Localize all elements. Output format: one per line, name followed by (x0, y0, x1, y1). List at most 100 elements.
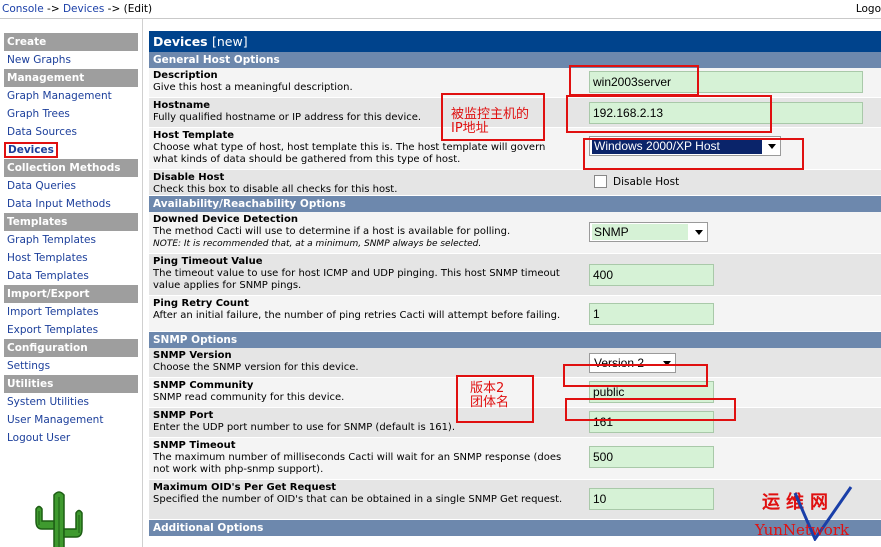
row-ping-retry: Ping Retry Count After an initial failure… (149, 296, 881, 332)
breadcrumb-current: (Edit) (123, 3, 153, 15)
sidebar-item-data-input-methods[interactable]: Data Input Methods (4, 195, 138, 213)
sidebar-header: Templates (4, 213, 138, 231)
sidebar-item-system-utilities[interactable]: System Utilities (4, 393, 138, 411)
label-snmp-version: SNMP Version (153, 350, 232, 361)
section-general: General Host Options (149, 52, 881, 68)
sidebar-menu: Create New Graphs Management Graph Manageme… (4, 33, 138, 447)
label-max-oids: Maximum OID's Per Get Request (153, 482, 337, 493)
sidebar-item-settings[interactable]: Settings (4, 357, 138, 375)
label-disable-host: Disable Host (153, 172, 225, 183)
sidebar-item-user-management[interactable]: User Management (4, 411, 138, 429)
sidebar-item-label: Export Templates (7, 324, 99, 336)
sidebar-item-label: Settings (7, 360, 51, 372)
page-title-text: Devices (153, 34, 208, 49)
sidebar-item-label: Data Sources (7, 126, 77, 138)
chevron-down-icon (695, 230, 703, 235)
logout-link[interactable]: Logo (856, 3, 881, 15)
max-oids-input[interactable]: 10 (589, 488, 714, 510)
sidebar-item-new-graphs[interactable]: New Graphs (4, 51, 138, 69)
breadcrumb-sep: -> (43, 3, 63, 15)
help-snmp-port: Enter the UDP port number to use for SNM… (153, 422, 456, 433)
sidebar-item-data-templates[interactable]: Data Templates (4, 267, 138, 285)
sidebar-item-label: User Management (7, 414, 104, 426)
annotation-snmp-line2: 团体名 (470, 395, 510, 410)
row-ping-timeout: Ping Timeout Value The timeout value to u… (149, 254, 881, 296)
sidebar-item-logout-user[interactable]: Logout User (4, 429, 138, 447)
sidebar-item-host-templates[interactable]: Host Templates (4, 249, 138, 267)
sidebar-header: Utilities (4, 375, 138, 393)
sidebar-item-label: Host Templates (7, 252, 88, 264)
annotation-ip-line1: 被监控主机的 (451, 107, 530, 122)
note-downed-detection: NOTE: It is recommended that, at a minim… (153, 239, 482, 249)
label-downed-detection: Downed Device Detection (153, 214, 298, 225)
row-downed-detection: Downed Device Detection The method Cacti … (149, 212, 881, 254)
sidebar-item-label: Data Input Methods (7, 198, 111, 210)
snmp-timeout-input[interactable]: 500 (589, 446, 714, 468)
help-ping-retry: After an initial failure, the number of … (153, 310, 561, 321)
ping-retry-input[interactable]: 1 (589, 303, 714, 325)
help-hostname: Fully qualified hostname or IP address f… (153, 112, 422, 123)
page-title-sub: [new] (211, 34, 248, 49)
sidebar-item-graph-templates[interactable]: Graph Templates (4, 231, 138, 249)
sidebar-item-label: Data Queries (7, 180, 76, 192)
breadcrumb-console[interactable]: Console (2, 3, 44, 15)
sidebar-item-label: New Graphs (7, 54, 71, 66)
breadcrumb-devices[interactable]: Devices (63, 3, 104, 15)
breadcrumb-sep: -> (104, 3, 124, 15)
annotation-ip-line2: IP地址 (451, 121, 489, 136)
sidebar-header: Management (4, 69, 138, 87)
watermark: 运维网 YunNetwork (755, 485, 881, 547)
help-snmp-version: Choose the SNMP version for this device. (153, 362, 359, 373)
annotation-ip-note: 被监控主机的 IP地址 (451, 108, 529, 136)
sidebar-header: Import/Export (4, 285, 138, 303)
annotation-box-description (569, 65, 699, 96)
top-bar: Console -> Devices -> (Edit) Logo (0, 0, 881, 19)
sidebar-item-label: Graph Management (7, 90, 112, 102)
help-host-template: Choose what type of host, host template … (153, 142, 546, 165)
row-snmp-timeout: SNMP Timeout The maximum number of millis… (149, 438, 881, 480)
sidebar-header: Collection Methods (4, 159, 138, 177)
sidebar-item-import-templates[interactable]: Import Templates (4, 303, 138, 321)
downed-detection-value: SNMP (592, 224, 688, 240)
breadcrumb: Console -> Devices -> (Edit) (2, 3, 152, 15)
help-max-oids: Specified the number of OID's that can b… (153, 494, 563, 505)
ping-timeout-input[interactable]: 400 (589, 264, 714, 286)
label-snmp-timeout: SNMP Timeout (153, 440, 236, 451)
downed-detection-select[interactable]: SNMP (589, 222, 708, 242)
sidebar-item-export-templates[interactable]: Export Templates (4, 321, 138, 339)
sidebar-item-graph-trees[interactable]: Graph Trees (4, 105, 138, 123)
help-description: Give this host a meaningful description. (153, 82, 353, 93)
sidebar-item-data-sources[interactable]: Data Sources (4, 123, 138, 141)
page-title: Devices [new] (149, 31, 881, 52)
sidebar-item-label: System Utilities (7, 396, 90, 408)
section-availability: Availability/Reachability Options (149, 196, 881, 212)
sidebar-item-label: Import Templates (7, 306, 99, 318)
help-downed-detection: The method Cacti will use to determine i… (153, 226, 511, 237)
help-snmp-timeout: The maximum number of milliseconds Cacti… (153, 452, 562, 475)
disable-host-checkbox[interactable] (594, 175, 607, 188)
sidebar: Create New Graphs Management Graph Manageme… (0, 19, 143, 547)
sidebar-item-label: Data Templates (7, 270, 89, 282)
sidebar-header: Configuration (4, 339, 138, 357)
annotation-snmp-note: 版本2 团体名 (470, 382, 509, 410)
watermark-bottom: YunNetwork (755, 521, 850, 539)
cactus-logo (35, 491, 83, 547)
sidebar-item-devices[interactable]: Devices (4, 141, 138, 159)
sidebar-header: Create (4, 33, 138, 51)
sidebar-item-graph-management[interactable]: Graph Management (4, 87, 138, 105)
section-snmp: SNMP Options (149, 332, 881, 348)
sidebar-item-label: Devices (4, 142, 58, 158)
sidebar-item-label: Graph Templates (7, 234, 96, 246)
annotation-box-snmp-version (563, 364, 708, 387)
annotation-box-host-template (583, 138, 804, 170)
sidebar-item-label: Graph Trees (7, 108, 70, 120)
annotation-box-hostname (566, 95, 772, 133)
row-disable-host: Disable Host Check this box to disable al… (149, 170, 881, 196)
label-description: Description (153, 70, 218, 81)
label-ping-retry: Ping Retry Count (153, 298, 249, 309)
annotation-snmp-line1: 版本2 (470, 381, 505, 396)
disable-host-checkbox-label: Disable Host (613, 176, 680, 188)
label-ping-timeout: Ping Timeout Value (153, 256, 263, 267)
help-disable-host: Check this box to disable all checks for… (153, 184, 398, 195)
sidebar-item-data-queries[interactable]: Data Queries (4, 177, 138, 195)
